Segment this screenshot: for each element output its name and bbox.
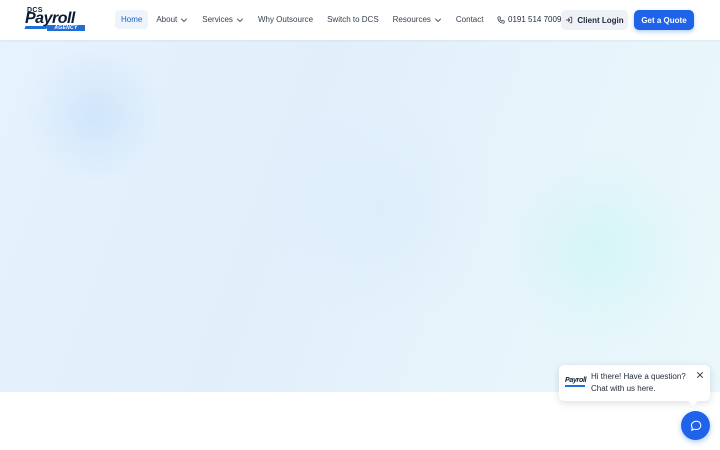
nav-item-label: Home: [121, 15, 143, 24]
nav-item-switch-to-dcs[interactable]: Switch to DCS: [321, 10, 385, 29]
nav-item-services[interactable]: Services: [196, 10, 250, 29]
chevron-down-icon: [434, 18, 441, 22]
chat-popup[interactable]: Payroll Hi there! Have a question? Chat …: [559, 365, 710, 406]
phone-link[interactable]: 0191 514 7009: [497, 10, 561, 29]
nav-item-about[interactable]: About: [150, 10, 194, 29]
chat-launcher-button[interactable]: [681, 411, 710, 440]
nav-item-label: Contact: [455, 15, 484, 24]
client-login-button[interactable]: Client Login: [561, 10, 628, 30]
chat-brand-logo: Payroll: [565, 377, 587, 389]
chevron-down-icon: [236, 18, 243, 22]
logo-swoosh: [24, 26, 48, 29]
nav-item-label: Why Outsource: [257, 15, 314, 24]
hero-glow-left: [20, 50, 170, 180]
hero-section: [0, 40, 720, 392]
client-login-label: Client Login: [577, 15, 624, 25]
nav-item-contact[interactable]: Contact: [450, 10, 490, 29]
login-icon: [566, 16, 573, 24]
close-icon[interactable]: [696, 371, 704, 379]
chat-logo-text: Payroll: [565, 377, 587, 384]
nav-item-label: Resources: [392, 15, 431, 24]
hero-glow-center: [250, 100, 510, 320]
get-a-quote-label: Get a Quote: [641, 15, 687, 25]
chevron-down-icon: [181, 18, 188, 22]
chat-message: Hi there! Have a question? Chat with us …: [591, 371, 686, 395]
phone-number: 0191 514 7009: [508, 15, 562, 24]
main-nav: Home About Services Why Outsource Switch…: [115, 10, 489, 29]
get-a-quote-button[interactable]: Get a Quote: [634, 10, 694, 30]
chat-message-line1: Hi there! Have a question?: [591, 372, 686, 381]
brand-logo[interactable]: DCS Payroll AGENCY: [24, 7, 87, 31]
chat-message-line2: Chat with us here.: [591, 384, 656, 393]
nav-item-label: Switch to DCS: [327, 15, 379, 24]
nav-item-home[interactable]: Home: [115, 10, 149, 29]
chat-bubble-icon: [690, 420, 701, 431]
hero-glow-right: [490, 150, 710, 350]
chat-logo-bar: [565, 385, 585, 387]
nav-item-why-outsource[interactable]: Why Outsource: [252, 10, 319, 29]
logo-agency-text: AGENCY: [47, 25, 85, 31]
nav-item-resources[interactable]: Resources: [387, 10, 448, 29]
nav-item-label: Services: [202, 15, 233, 24]
nav-item-label: About: [156, 15, 178, 24]
phone-icon: [497, 15, 505, 24]
site-header: DCS Payroll AGENCY Home About Services W…: [0, 0, 720, 40]
